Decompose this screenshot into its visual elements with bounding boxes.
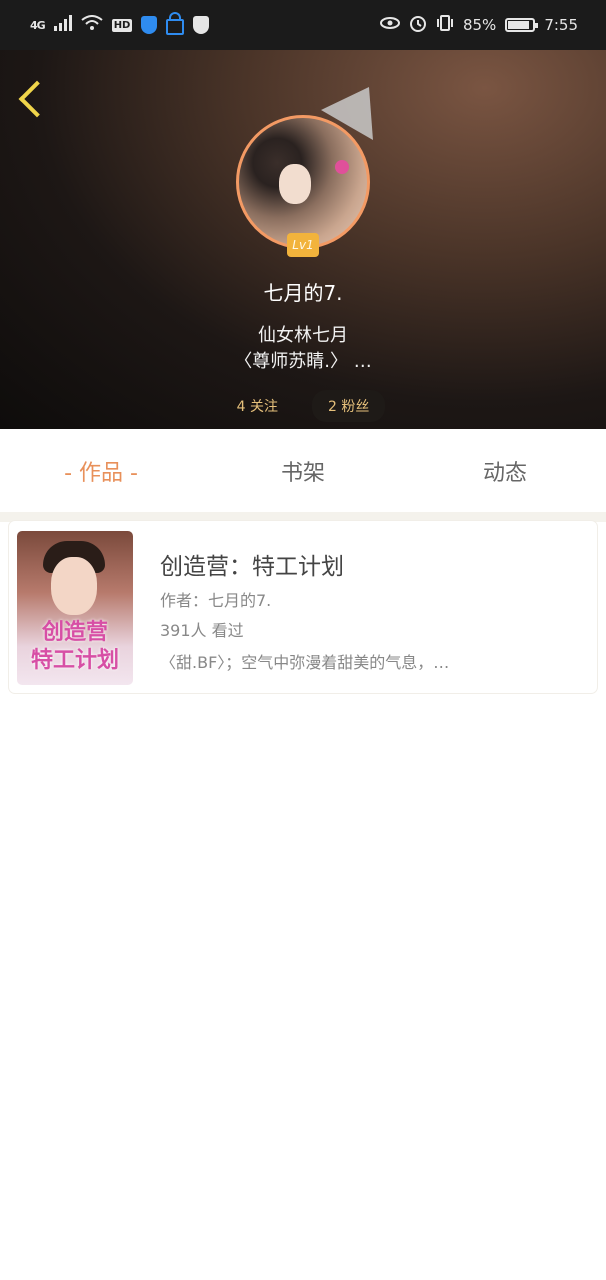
- book-title: 创造营：特工计划: [160, 554, 344, 580]
- tab-activity[interactable]: 动态: [404, 455, 606, 487]
- battery-icon: [505, 18, 539, 32]
- tab-works[interactable]: - 作品 -: [0, 455, 202, 487]
- following-count[interactable]: 4 关注: [221, 390, 294, 422]
- hd-icon: HD: [111, 18, 133, 32]
- avatar-face: [279, 164, 311, 204]
- signal-icon: [53, 15, 72, 35]
- bio-line-2: 〈尊师苏睛.〉 …: [234, 351, 372, 372]
- username: 七月的7.: [263, 281, 343, 305]
- battery-percent: 85%: [462, 16, 497, 34]
- book-author: 作者：七月的7.: [160, 591, 272, 610]
- book-cover[interactable]: 创造营 特工计划: [17, 531, 133, 685]
- book-description: 〈甜.BF〉；空气中弥漫着甜美的气息，…: [160, 653, 450, 672]
- status-bar-right: 85% 7:55: [379, 14, 578, 36]
- wifi-icon: [81, 15, 103, 35]
- lock-icon: [166, 12, 185, 35]
- level-badge: Lv1: [287, 233, 319, 257]
- shield-icon: [141, 16, 158, 34]
- vibrate-icon: [436, 14, 454, 36]
- status-bar-left: 4G HD: [30, 12, 210, 35]
- book-card[interactable]: 创造营 特工计划 创造营：特工计划 作者：七月的7. 391人 看过 〈甜.BF…: [9, 521, 597, 693]
- clock: 7:55: [544, 16, 578, 34]
- alarm-icon: [409, 14, 427, 36]
- eye-icon: [379, 16, 400, 34]
- bio-line-1: 仙女林七月: [258, 325, 348, 346]
- followers-count[interactable]: 2 粉丝: [312, 390, 386, 422]
- profile-tabs: - 作品 - 书架 动态: [0, 430, 606, 512]
- status-bar: 4G HD 85% 7:55: [0, 0, 606, 50]
- shield-check-icon: [193, 16, 210, 34]
- network-type: 4G: [30, 18, 46, 32]
- avatar[interactable]: [236, 115, 370, 249]
- cover-title: 创造营 特工计划: [30, 620, 119, 673]
- tab-bookshelf[interactable]: 书架: [202, 455, 404, 487]
- cover-face: [51, 557, 97, 615]
- bio[interactable]: 仙女林七月 〈尊师苏睛.〉 …: [0, 323, 606, 375]
- profile-stats: 4 关注 2 粉丝: [0, 390, 606, 422]
- battery-fill: [508, 21, 529, 29]
- book-views: 391人 看过: [160, 621, 244, 640]
- avatar-flower: [335, 160, 349, 174]
